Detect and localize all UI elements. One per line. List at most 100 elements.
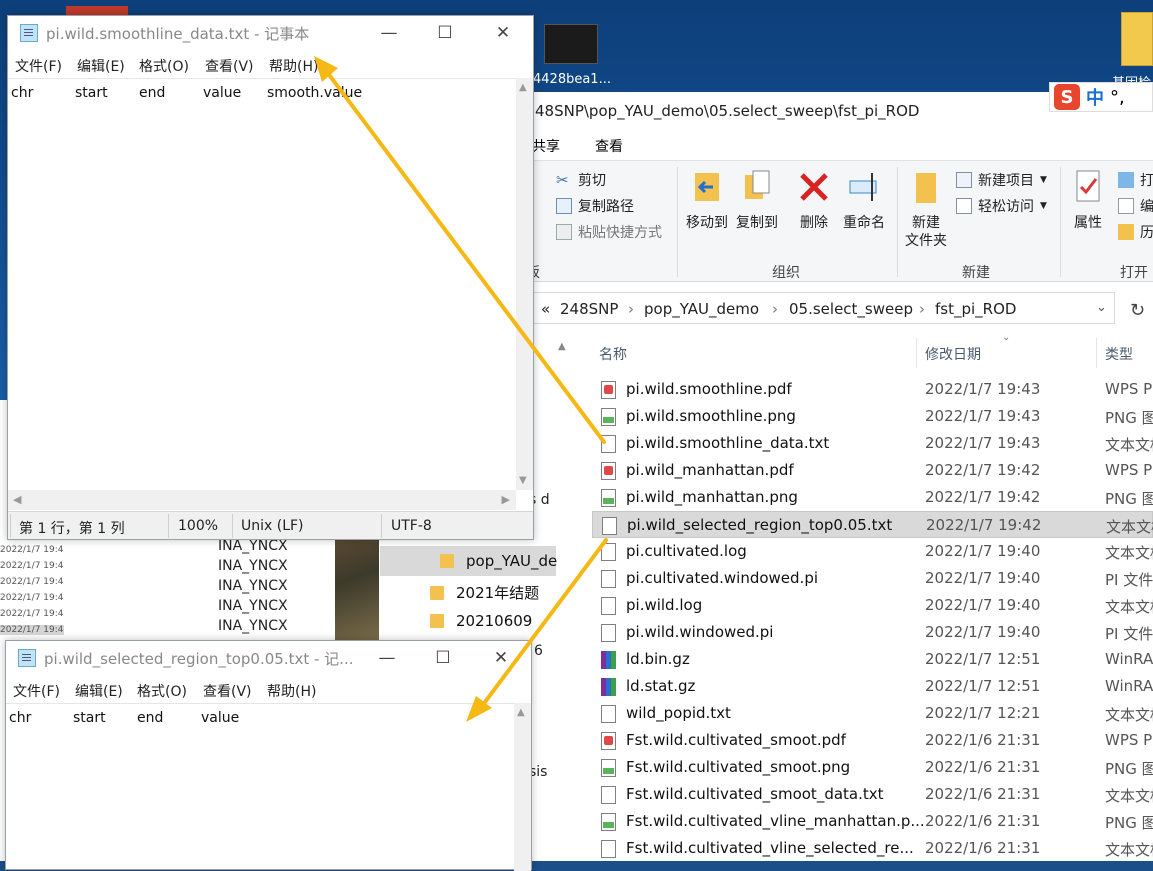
breadcrumb-pop-yau-demo[interactable]: pop_YAU_demo	[644, 300, 759, 318]
menu-help[interactable]: 帮助(H)	[269, 56, 318, 76]
new-item-button[interactable]: 新建项目 ▼	[956, 170, 1047, 190]
move-to-icon	[695, 173, 719, 201]
new-group-label: 新建	[962, 265, 990, 281]
menu-view[interactable]: 查看(V)	[203, 681, 252, 701]
cut-button[interactable]: ✂ 剪切	[556, 170, 606, 190]
menu-format[interactable]: 格式(O)	[139, 56, 189, 76]
file-row[interactable]: pi.wild_selected_region_top0.05.txt 2022/…	[592, 511, 1153, 538]
file-name: pi.wild_selected_region_top0.05.txt	[627, 516, 893, 534]
nav-scrollbar[interactable]: ▲	[556, 337, 572, 861]
desktop-folder-icon[interactable]	[1121, 12, 1153, 66]
menu-format[interactable]: 格式(O)	[137, 681, 187, 701]
folder-icon	[430, 614, 444, 628]
breadcrumb-select-sweep[interactable]: 05.select_sweep	[789, 300, 913, 318]
notepad-text-area[interactable]: chr start end value smooth.value	[8, 78, 516, 490]
minimize-button[interactable]: —	[358, 641, 416, 675]
copy-path-button[interactable]: 复制路径	[556, 196, 634, 216]
column-type[interactable]: 类型	[1105, 344, 1133, 364]
file-row[interactable]: pi.wild.smoothline.pdf 2022/1/7 19:43 WPS …	[592, 376, 1153, 403]
file-row[interactable]: Fst.wild.cultivated_smoot.pdf 2022/1/6 21…	[592, 727, 1153, 754]
column-divider	[1096, 338, 1097, 368]
file-row[interactable]: Fst.wild.cultivated_vline_selected_re...…	[592, 835, 1153, 862]
easy-access-button[interactable]: 轻松访问 ▼	[956, 196, 1047, 216]
ime-language[interactable]: 中	[1086, 84, 1104, 110]
file-row[interactable]: pi.cultivated.windowed.pi 2022/1/7 19:40 P…	[592, 565, 1153, 592]
file-date: 2022/1/7 19:40	[925, 542, 1041, 560]
chevron-right-icon: ›	[919, 300, 925, 318]
nav-item-pop-yau-demo[interactable]: pop_YAU_de	[440, 552, 557, 570]
rename-button[interactable]: 重命名	[840, 169, 888, 232]
address-bar: « 248SNP › pop_YAU_demo › 05.select_swee…	[520, 290, 1153, 326]
file-row[interactable]: pi.wild_manhattan.pdf 2022/1/7 19:42 WPS P…	[592, 457, 1153, 484]
history-button[interactable]: 历	[1118, 222, 1153, 242]
address-dropdown-icon[interactable]: ⌄	[1096, 300, 1107, 315]
edit-button[interactable]: 编	[1118, 196, 1153, 216]
file-row[interactable]: ld.bin.gz 2022/1/7 12:51 WinRA	[592, 646, 1153, 673]
menu-edit[interactable]: 编辑(E)	[75, 681, 123, 701]
txt-icon	[601, 840, 616, 858]
refresh-icon[interactable]: ↻	[1130, 300, 1145, 321]
minimize-button[interactable]: —	[360, 16, 418, 50]
notepad-status-bar: 第 1 行，第 1 列 100% Unix (LF) UTF-8	[8, 511, 533, 539]
file-row[interactable]: pi.cultivated.log 2022/1/7 19:40 文本文档	[592, 538, 1153, 565]
chevron-down-icon: ▼	[1040, 201, 1047, 211]
copy-to-button[interactable]: 复制到	[733, 169, 781, 232]
file-row[interactable]: Fst.wild.cultivated_smoot_data.txt 2022/1…	[592, 781, 1153, 808]
file-row[interactable]: ld.stat.gz 2022/1/7 12:51 WinRA	[592, 673, 1153, 700]
rar-icon	[601, 651, 616, 669]
vertical-scrollbar[interactable]: ▲	[514, 703, 531, 871]
breadcrumb-overflow[interactable]: «	[541, 300, 550, 318]
tab-share[interactable]: 共享	[532, 136, 560, 156]
scroll-up-icon[interactable]: ▲	[517, 707, 525, 718]
file-name: pi.wild.smoothline_data.txt	[626, 434, 830, 452]
horizontal-scrollbar[interactable]: ◀ ▶	[8, 490, 516, 510]
file-row[interactable]: Fst.wild.cultivated_smoot.png 2022/1/6 21…	[592, 754, 1153, 781]
status-zoom: 100%	[178, 518, 219, 534]
vertical-scrollbar[interactable]: ▲ ▼	[516, 78, 533, 490]
menu-help[interactable]: 帮助(H)	[267, 681, 316, 701]
properties-button[interactable]: 属性	[1069, 169, 1107, 232]
tab-view[interactable]: 查看	[595, 136, 623, 156]
open-button[interactable]: 打	[1118, 170, 1153, 190]
ime-punct[interactable]: °,	[1110, 87, 1125, 108]
scroll-down-icon[interactable]: ▼	[519, 475, 527, 486]
scroll-up-icon[interactable]: ▲	[519, 82, 527, 93]
nav-item-20210609[interactable]: 20210609	[430, 612, 532, 630]
menu-edit[interactable]: 编辑(E)	[77, 56, 125, 76]
ime-toolbar[interactable]: S 中 °,	[1049, 82, 1153, 112]
breadcrumb-248snp[interactable]: 248SNP	[560, 300, 618, 318]
scroll-right-icon[interactable]: ▶	[502, 493, 510, 506]
move-to-button[interactable]: 移动到	[683, 169, 731, 232]
menu-file[interactable]: 文件(F)	[13, 681, 60, 701]
file-row[interactable]: pi.wild.log 2022/1/7 19:40 文本文档	[592, 592, 1153, 619]
file-row[interactable]: wild_popid.txt 2022/1/7 12:21 文本文档	[592, 700, 1153, 727]
column-name[interactable]: 名称	[599, 344, 627, 364]
file-type: WPS PI	[1105, 461, 1153, 479]
desktop-thumbnail[interactable]	[544, 24, 598, 64]
new-folder-button[interactable]: 新建 文件夹	[903, 169, 949, 250]
breadcrumb-fst-pi-rod[interactable]: fst_pi_ROD	[935, 300, 1016, 318]
menu-file[interactable]: 文件(F)	[15, 56, 62, 76]
file-name: pi.wild_manhattan.pdf	[626, 461, 794, 479]
notepad-text-area[interactable]: chr start end value	[6, 703, 514, 871]
file-row[interactable]: Fst.wild.cultivated_vline_manhattan.p...…	[592, 808, 1153, 835]
ribbon-separator	[677, 167, 678, 277]
file-row[interactable]: pi.wild.smoothline.png 2022/1/7 19:43 PNG …	[592, 403, 1153, 430]
file-row[interactable]: pi.wild_manhattan.png 2022/1/7 19:42 PNG 图	[592, 484, 1153, 511]
history-icon	[1118, 224, 1134, 240]
file-row[interactable]: pi.wild.smoothline_data.txt 2022/1/7 19:4…	[592, 430, 1153, 457]
file-name: Fst.wild.cultivated_vline_manhattan.p...	[626, 812, 925, 830]
nav-item-2021[interactable]: 2021年结题	[430, 582, 539, 603]
maximize-button[interactable]: ☐	[414, 641, 472, 675]
scroll-left-icon[interactable]: ◀	[13, 493, 21, 506]
rename-icon	[849, 173, 877, 201]
menu-view[interactable]: 查看(V)	[205, 56, 254, 76]
scroll-up-icon[interactable]: ▲	[558, 341, 566, 352]
paste-shortcut-button[interactable]: 粘贴快捷方式	[556, 222, 662, 242]
close-button[interactable]: ✕	[472, 641, 530, 675]
delete-button[interactable]: 删除	[796, 169, 832, 232]
close-button[interactable]: ✕	[474, 16, 532, 50]
maximize-button[interactable]: ☐	[416, 16, 474, 50]
file-row[interactable]: pi.wild.windowed.pi 2022/1/7 19:40 PI 文件	[592, 619, 1153, 646]
column-date[interactable]: 修改日期	[925, 344, 981, 364]
